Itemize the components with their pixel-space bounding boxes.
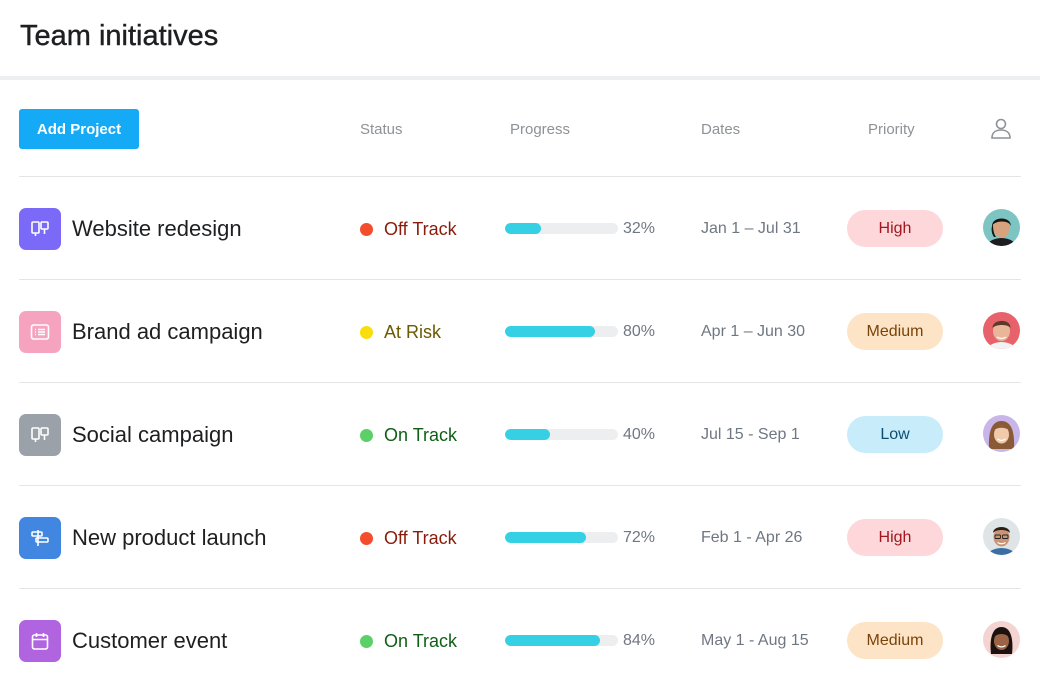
priority-badge[interactable]: High: [847, 519, 943, 556]
status-label: Off Track: [384, 528, 457, 548]
status-indicator[interactable]: Off Track: [360, 219, 457, 240]
progress-bar: [505, 429, 618, 440]
calendar-icon: [19, 620, 61, 662]
project-name[interactable]: Customer event: [72, 628, 227, 654]
priority-badge[interactable]: Medium: [847, 622, 943, 659]
status-dot-icon: [360, 635, 373, 648]
status-dot-icon: [360, 532, 373, 545]
progress-percent: 72%: [623, 529, 656, 546]
status-indicator[interactable]: On Track: [360, 631, 457, 652]
status-label: Off Track: [384, 219, 457, 239]
assignee-avatar[interactable]: [983, 312, 1020, 349]
progress-bar: [505, 635, 618, 646]
timeline-icon: [19, 517, 61, 559]
progress-bar: [505, 532, 618, 543]
date-range[interactable]: May 1 - Aug 15: [701, 632, 809, 650]
date-range[interactable]: Apr 1 – Jun 30: [701, 323, 805, 341]
progress-bar: [505, 326, 618, 337]
column-header-dates[interactable]: Dates: [701, 121, 740, 138]
assignee-avatar[interactable]: [983, 209, 1020, 246]
status-label: On Track: [384, 631, 458, 651]
assignee-avatar[interactable]: [983, 518, 1020, 555]
column-header-progress[interactable]: Progress: [510, 121, 570, 138]
status-dot-icon: [360, 429, 373, 442]
progress-percent: 80%: [623, 323, 656, 340]
table-header: Add Project Status Progress Dates Priori…: [0, 84, 1040, 176]
page-header: Team initiatives: [0, 0, 1040, 80]
priority-badge[interactable]: Low: [847, 416, 943, 453]
assignee-avatar[interactable]: [983, 415, 1020, 452]
progress-percent: 32%: [623, 220, 656, 237]
progress-fill: [505, 532, 587, 543]
progress-percent: 84%: [623, 632, 656, 649]
project-row[interactable]: Social campaign On Track 40% Jul 15 - Se…: [19, 382, 1021, 485]
status-dot-icon: [360, 223, 373, 236]
page-title: Team initiatives: [20, 20, 219, 52]
column-header-priority[interactable]: Priority: [868, 121, 915, 138]
progress-fill: [505, 635, 600, 646]
priority-badge[interactable]: Medium: [847, 313, 943, 350]
status-indicator[interactable]: At Risk: [360, 322, 441, 343]
column-header-status[interactable]: Status: [360, 121, 403, 138]
progress-fill: [505, 326, 596, 337]
project-name[interactable]: New product launch: [72, 525, 266, 551]
list-icon: [19, 311, 61, 353]
board-icon: [19, 208, 61, 250]
status-indicator[interactable]: On Track: [360, 425, 457, 446]
priority-badge[interactable]: High: [847, 210, 943, 247]
project-row[interactable]: Brand ad campaign At Risk 80% Apr 1 – Ju…: [19, 279, 1021, 382]
board-icon: [19, 414, 61, 456]
progress-percent: 40%: [623, 426, 656, 443]
status-indicator[interactable]: Off Track: [360, 528, 457, 549]
project-row[interactable]: New product launch Off Track 72% Feb 1 -…: [19, 485, 1021, 588]
project-list: Website redesign Off Track 32% Jan 1 – J…: [19, 176, 1021, 681]
project-row[interactable]: Customer event On Track 84% May 1 - Aug …: [19, 588, 1021, 681]
progress-bar: [505, 223, 618, 234]
assignee-avatar[interactable]: [983, 621, 1020, 658]
progress-fill: [505, 429, 551, 440]
add-project-button[interactable]: Add Project: [19, 109, 139, 149]
person-icon[interactable]: [989, 116, 1013, 140]
project-row[interactable]: Website redesign Off Track 32% Jan 1 – J…: [19, 176, 1021, 279]
status-label: At Risk: [384, 322, 442, 342]
status-label: On Track: [384, 425, 458, 445]
project-name[interactable]: Website redesign: [72, 216, 242, 242]
status-dot-icon: [360, 326, 373, 339]
project-name[interactable]: Social campaign: [72, 422, 233, 448]
date-range[interactable]: Jan 1 – Jul 31: [701, 220, 801, 238]
date-range[interactable]: Jul 15 - Sep 1: [701, 426, 800, 444]
project-name[interactable]: Brand ad campaign: [72, 319, 263, 345]
progress-fill: [505, 223, 542, 234]
date-range[interactable]: Feb 1 - Apr 26: [701, 529, 802, 547]
